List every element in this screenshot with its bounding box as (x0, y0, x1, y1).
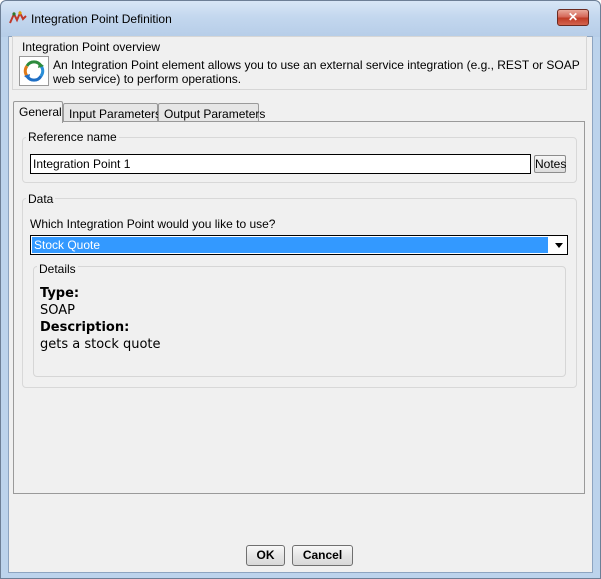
tab-label: General (19, 105, 62, 119)
window-title: Integration Point Definition (31, 12, 172, 26)
description-label: Description: (40, 320, 130, 335)
tab-general[interactable]: General (13, 101, 63, 123)
close-button[interactable]: ✕ (557, 9, 589, 26)
overview-panel: Integration Point overview An Integratio… (12, 36, 587, 90)
chevron-down-icon[interactable] (555, 243, 563, 248)
tab-label: Input Parameters (69, 107, 162, 121)
type-value: SOAP (40, 303, 75, 318)
cancel-button[interactable]: Cancel (292, 545, 353, 566)
close-icon: ✕ (567, 10, 579, 24)
notes-button[interactable]: Notes (534, 155, 566, 173)
type-label: Type: (40, 286, 80, 301)
integration-cycle-icon (19, 56, 49, 86)
overview-title: Integration Point overview (22, 40, 161, 54)
app-icon (9, 10, 27, 24)
ok-button[interactable]: OK (246, 545, 285, 566)
overview-description: An Integration Point element allows you … (53, 58, 580, 86)
description-value: gets a stock quote (40, 337, 161, 352)
reference-name-input[interactable] (30, 154, 531, 174)
selected-integration-point: Stock Quote (32, 237, 548, 253)
data-group-label: Data (26, 192, 56, 206)
tab-input-parameters[interactable]: Input Parameters (63, 103, 162, 122)
tab-label: Output Parameters (164, 107, 266, 121)
reference-name-label: Reference name (26, 130, 119, 144)
details-label: Details (37, 262, 78, 276)
tab-output-parameters[interactable]: Output Parameters (158, 103, 265, 122)
integration-question-label: Which Integration Point would you like t… (30, 217, 276, 231)
title-bar[interactable]: Integration Point Definition ✕ (1, 1, 600, 37)
integration-point-select[interactable]: Stock Quote (30, 235, 568, 255)
